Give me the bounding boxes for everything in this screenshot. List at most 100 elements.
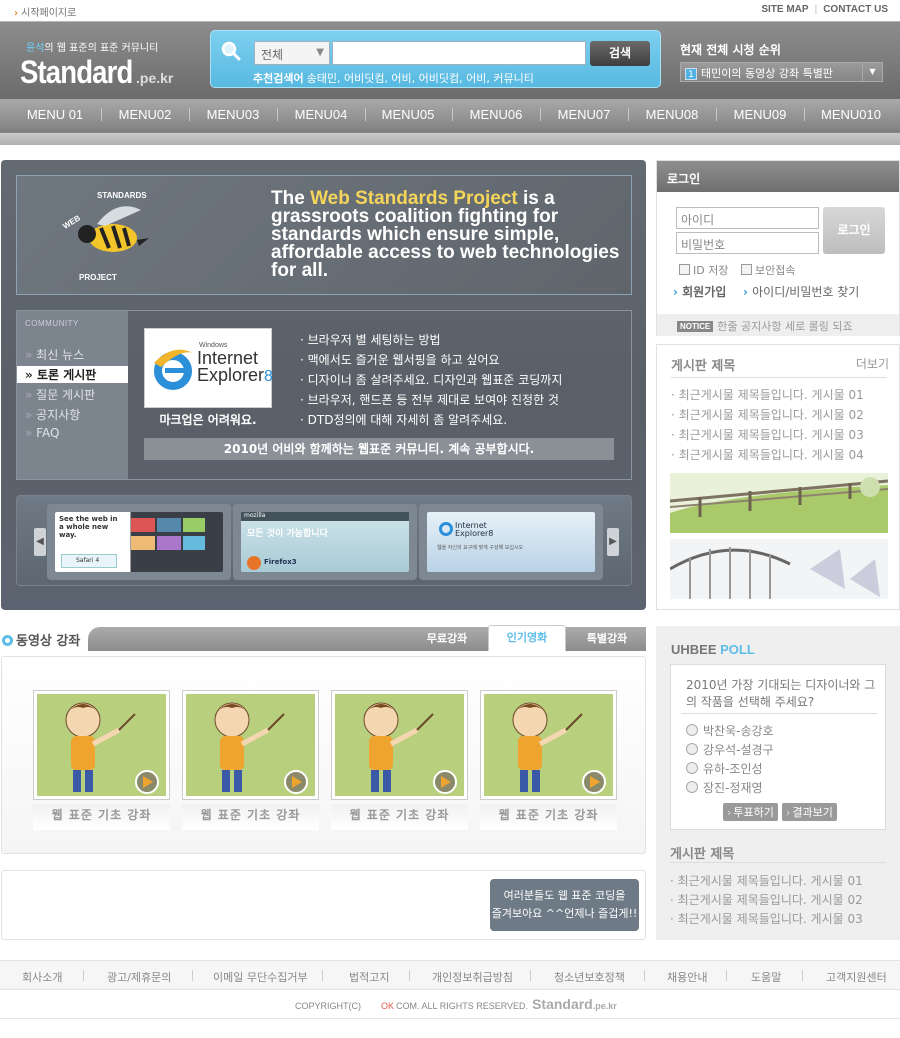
vote-button[interactable]: 투표하기 [723,803,778,821]
site-logo[interactable]: Standard [20,54,133,91]
community-post[interactable]: 맥에서도 즐거운 웹서핑을 하고 싶어요 [300,351,500,368]
video-title[interactable]: 웹 표준 기초 강좌 [331,804,468,830]
community-item-discussion[interactable]: 토론 게시판 [17,366,128,383]
login-box: 로그인 아이디 비밀번호 로그인 ID 저장 보안접속 회원가입 아이디/비밀번… [656,160,900,336]
carousel-next-button[interactable]: ▶ [607,528,619,556]
carousel-thumb-ie8[interactable]: Internet Explorer8 웹을 자신의 요구에 맞게 구성해 보십시… [419,504,603,580]
community-item-notices[interactable]: 공지사항 [25,406,80,423]
ie-caption: 마크업은 어려워요. [159,413,257,427]
top-utility-bar: 시작페이지로 SITE MAP|CONTACT US [0,0,900,20]
utility-links: SITE MAP | CONTACT US [761,4,888,15]
board-item[interactable]: 최근게시물 제목들입니다. 게시물 01 [671,386,864,403]
video-item[interactable]: 웹 표준 기초 강좌 [182,690,319,830]
search-input[interactable] [332,41,586,65]
find-account-link[interactable]: 아이디/비밀번호 찾기 [743,283,859,300]
community-item-faq[interactable]: FAQ [25,426,59,440]
video-item[interactable]: 웹 표준 기초 강좌 [480,690,617,830]
park-photo[interactable] [670,473,888,533]
footer-link-about[interactable]: 회사소개 [22,969,62,985]
site-logo-domain: .pe.kr [136,70,174,86]
nav-menu-09[interactable]: MENU09 [715,107,805,123]
password-field[interactable]: 비밀번호 [676,232,819,254]
footer-link-email-policy[interactable]: 이메일 무단수집거부 [213,969,308,985]
board-item[interactable]: 최근게시물 제목들입니다. 게시물 04 [671,446,864,463]
footer-link-youth[interactable]: 청소년보호정책 [554,969,625,985]
poll-option[interactable]: 박찬욱-송강호 [686,722,774,739]
video-title[interactable]: 웹 표준 기초 강좌 [480,804,617,830]
community-post[interactable]: 브라우저, 핸드폰 등 전부 제대로 보여야 진정한 것 [300,391,559,408]
community-post[interactable]: DTD정의에 대해 자세히 좀 알려주세요. [300,411,507,428]
main-nav: MENU 01 MENU02 MENU03 MENU04 MENU05 MENU… [0,99,900,145]
nav-menu-10[interactable]: MENU010 [806,107,896,123]
signup-link[interactable]: 회원가입 [673,283,726,300]
ranking-dropdown[interactable]: 1 태민이의 동영상 강좌 특별판 ▼ [680,62,883,82]
browser-carousel: ◀ ▶ See the web in a whole new way. Safa… [16,495,632,586]
tab-free-lectures[interactable]: 무료강좌 [408,627,486,651]
poll-option[interactable]: 강우석-설경구 [686,741,774,758]
nav-menu-01[interactable]: MENU 01 [10,107,100,123]
board-item[interactable]: 최근게시물 제목들입니다. 게시물 02 [670,891,863,908]
video-title[interactable]: 웹 표준 기초 강좌 [182,804,319,830]
community-item-questions[interactable]: 질문 게시판 [25,386,95,403]
community-post[interactable]: 브라우저 별 세팅하는 방법 [300,331,441,348]
video-tabs: 무료강좌 인기영화 특별강좌 [88,625,646,651]
tab-popular-movies[interactable]: 인기영화 [488,625,566,651]
rank-item[interactable]: 태민이의 동영상 강좌 특별판 [701,67,833,80]
poll-results-button[interactable]: 결과보기 [782,803,837,821]
carousel-thumb-safari[interactable]: See the web in a whole new way. Safari 4 [47,504,231,580]
nav-menu-05[interactable]: MENU05 [363,107,453,123]
poll-option[interactable]: 장진-정재영 [686,779,763,796]
footer-link-legal[interactable]: 법적고지 [349,969,389,985]
lecturer-cartoon-icon [214,702,308,794]
wasp-banner[interactable]: WEB STANDARDS PROJECT The Web Standards … [16,175,632,295]
search-button[interactable]: 검색 [590,41,650,66]
board-item[interactable]: 최근게시물 제목들입니다. 게시물 03 [671,426,864,443]
notice-ticker[interactable]: NOTICE 한줄 공지사항 세로 롤링 되죠 [657,314,899,336]
video-section-title: 동영상 강좌 [2,630,80,649]
save-id-checkbox[interactable]: ID 저장 [679,262,728,278]
logo-tagline: 윤석의 웹 표준의 표준 커뮤니티 [26,43,159,54]
contact-link[interactable]: CONTACT US [823,4,888,15]
nav-menu-03[interactable]: MENU03 [188,107,278,123]
header: 윤석의 웹 표준의 표준 커뮤니티 Standard .pe.kr 전체 ▼ 검색… [0,21,900,99]
banner-text: The Web Standards Project is a grassroot… [271,188,620,281]
carousel-prev-button[interactable]: ◀ [34,528,46,556]
user-id-field[interactable]: 아이디 [676,207,819,229]
carousel-thumb-firefox[interactable]: mozilla 모든 것이 가능합니다 Firefox3 [233,504,417,580]
recommended-terms[interactable]: 송태민, 어비딧컴, 어비, 어비딧컴, 어비, 커뮤니티 [307,72,534,85]
nav-menu-08[interactable]: MENU08 [627,107,717,123]
notice-badge: NOTICE [677,321,714,332]
nav-menu-02[interactable]: MENU02 [100,107,190,123]
search-category-select[interactable]: 전체 ▼ [254,41,330,65]
secure-login-checkbox[interactable]: 보안접속 [741,262,795,278]
home-link[interactable]: 시작페이지로 [14,4,76,19]
nav-menu-06[interactable]: MENU06 [451,107,541,123]
video-title[interactable]: 웹 표준 기초 강좌 [33,804,170,830]
community-item-news[interactable]: 최신 뉴스 [25,346,84,363]
footer-link-privacy[interactable]: 개인정보취급방침 [432,969,513,985]
community-post[interactable]: 디자이너 좀 살려주세요. 디자인과 웹표준 코딩까지 [300,371,563,388]
bridge-photo[interactable] [670,539,888,599]
video-item[interactable]: 웹 표준 기초 강좌 [331,690,468,830]
nav-menu-07[interactable]: MENU07 [539,107,629,123]
board-item[interactable]: 최근게시물 제목들입니다. 게시물 02 [671,406,864,423]
nav-menu-04[interactable]: MENU04 [276,107,366,123]
board-item[interactable]: 최근게시물 제목들입니다. 게시물 01 [670,872,863,889]
tab-special-lectures[interactable]: 특별강좌 [568,627,646,651]
chevron-down-icon[interactable]: ▼ [862,63,882,81]
footer-link-careers[interactable]: 채용안내 [667,969,707,985]
footer-link-help[interactable]: 도움말 [751,969,781,985]
svg-text:PROJECT: PROJECT [79,273,117,282]
board-item[interactable]: 최근게시물 제목들입니다. 게시물 03 [670,910,863,927]
more-link[interactable]: 더보기 [856,355,889,372]
lecturer-cartoon-icon [363,702,457,794]
lecturer-cartoon-icon [512,702,606,794]
sitemap-link[interactable]: SITE MAP [761,4,808,15]
poll-option[interactable]: 유하-조인성 [686,760,763,777]
video-item[interactable]: 웹 표준 기초 강좌 [33,690,170,830]
ie8-image[interactable]: Windows Internet Explorer8 [144,328,273,408]
login-button[interactable]: 로그인 [823,207,885,254]
footer-link-support[interactable]: 고객지원센터 [826,969,887,985]
footer-link-ads[interactable]: 광고/제휴문의 [107,969,171,985]
video-section-header: 동영상 강좌 무료강좌 인기영화 특별강좌 [0,625,646,652]
